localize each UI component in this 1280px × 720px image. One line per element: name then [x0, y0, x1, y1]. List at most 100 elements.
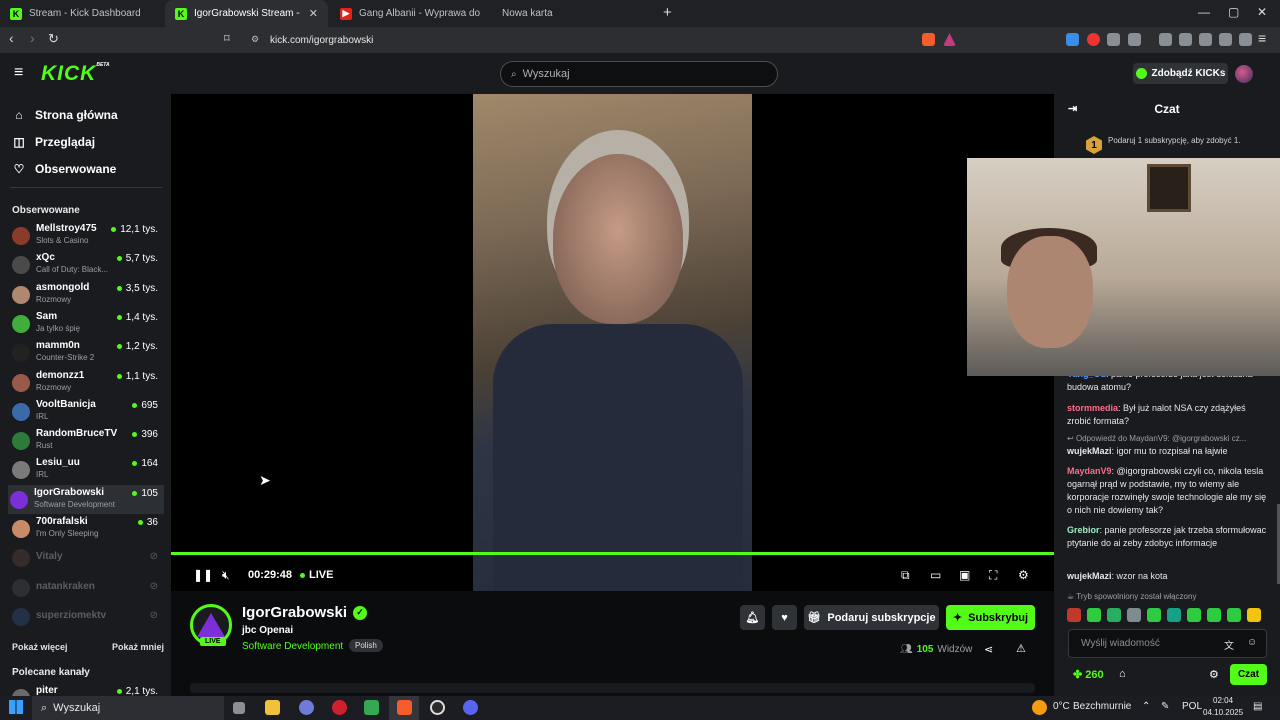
- chat-settings-icon[interactable]: ⚙: [1209, 668, 1219, 681]
- followed-channel[interactable]: IgorGrabowski Software Development 105: [8, 484, 164, 514]
- collapse-chat-icon[interactable]: ⇥: [1068, 102, 1077, 115]
- followed-channel[interactable]: mamm0n Counter-Strike 2 1,2 tys.: [10, 338, 164, 367]
- search-input[interactable]: ⌕ Wyszukaj: [500, 61, 778, 87]
- progress-bar[interactable]: [171, 552, 1054, 555]
- windows-start-icon[interactable]: [9, 700, 23, 714]
- wallet-icon[interactable]: [1199, 33, 1212, 46]
- close-tab-icon[interactable]: ✕: [309, 7, 318, 20]
- vpn-icon[interactable]: [1239, 33, 1252, 46]
- browser-tab-active[interactable]: K IgorGrabowski Stream - Watch L ✕: [165, 0, 328, 27]
- sidebar-toggle-icon[interactable]: [1179, 33, 1192, 46]
- settings-gear-icon[interactable]: ⚙: [1018, 568, 1029, 582]
- emote-icon[interactable]: [1147, 608, 1161, 622]
- hamburger-menu-icon[interactable]: ≡: [14, 64, 23, 82]
- followed-channel[interactable]: Sam Ja tylko śpię 1,4 tys.: [10, 309, 164, 338]
- nav-browse[interactable]: ◫ Przeglądaj: [12, 135, 95, 149]
- record-extension-icon[interactable]: [1087, 33, 1100, 46]
- maximize-icon[interactable]: ▢: [1228, 5, 1239, 19]
- site-settings-icon[interactable]: ⚙: [251, 34, 259, 45]
- followed-channel[interactable]: asmongold Rozmowy 3,5 tys.: [10, 280, 164, 309]
- browser-tab[interactable]: K Stream - Kick Dashboard: [0, 0, 165, 27]
- file-explorer-icon[interactable]: [265, 700, 280, 715]
- followed-channel[interactable]: xQc Call of Duty: Black... 5,7 tys.: [10, 250, 164, 279]
- offline-channel[interactable]: natankraken ⊘: [10, 573, 164, 602]
- browser-tab[interactable]: Nowa karta: [492, 0, 572, 27]
- reload-icon[interactable]: ↻: [48, 31, 59, 47]
- gift-subs-button[interactable]: 🎁︎ Podaruj subskrypcje: [804, 605, 939, 630]
- back-icon[interactable]: ‹: [9, 30, 14, 46]
- recommended-channel[interactable]: piter 2,1 tys.: [10, 683, 164, 696]
- followed-channel[interactable]: Mellstroy475 Slots & Casino 12,1 tys.: [10, 221, 164, 250]
- obs-icon[interactable]: [430, 700, 445, 715]
- translate-icon[interactable]: 文: [1224, 637, 1234, 652]
- tray-chevron-icon[interactable]: ⌃: [1142, 701, 1150, 712]
- pen-icon[interactable]: ✎: [1161, 701, 1169, 712]
- clock-time[interactable]: 02:04: [1213, 696, 1233, 705]
- translate-extension-icon[interactable]: [1066, 33, 1079, 46]
- subscribe-button[interactable]: ✦ Subskrybuj: [946, 605, 1035, 630]
- fullscreen-icon[interactable]: ⛶: [989, 568, 997, 583]
- emote-icon[interactable]: [1187, 608, 1201, 622]
- send-chat-button[interactable]: Czat: [1230, 664, 1267, 685]
- leo-ai-icon[interactable]: [1219, 33, 1232, 46]
- offline-channel[interactable]: superziomektv ⊘: [10, 602, 164, 631]
- url-field[interactable]: ⚙ kick.com/igorgrabowski: [243, 30, 965, 50]
- emote-icon[interactable]: [1127, 608, 1141, 622]
- followed-channel[interactable]: RandomBruceTV Rust 396: [10, 426, 164, 455]
- pause-icon[interactable]: ❚❚: [193, 568, 213, 582]
- bookmark-icon[interactable]: ⌑: [224, 32, 230, 45]
- report-icon[interactable]: ⚠: [1016, 642, 1026, 655]
- muted-icon[interactable]: 🔇︎: [222, 568, 230, 583]
- discord-icon[interactable]: [463, 700, 478, 715]
- emote-icon[interactable]: [1227, 608, 1241, 622]
- share-icon[interactable]: ⋖: [984, 643, 993, 656]
- new-tab-icon[interactable]: +: [663, 4, 672, 21]
- emoji-icon[interactable]: ☺: [1247, 637, 1257, 648]
- followed-channel[interactable]: demonzz1 Rozmowy 1,1 tys.: [10, 368, 164, 397]
- menu-icon[interactable]: ≡: [1258, 30, 1266, 46]
- notification-bell-button[interactable]: 🔔︎: [740, 605, 765, 630]
- kick-logo[interactable]: KICKBETA: [41, 62, 110, 86]
- emote-icon[interactable]: [1067, 608, 1081, 622]
- opera-icon[interactable]: [332, 700, 347, 715]
- close-window-icon[interactable]: ✕: [1257, 5, 1267, 19]
- channel-points[interactable]: ✤ 260: [1073, 668, 1104, 681]
- theater-mode-icon[interactable]: ▣: [959, 568, 970, 582]
- clock-date[interactable]: 04.10.2025: [1203, 708, 1243, 717]
- emote-icon[interactable]: [1167, 608, 1181, 622]
- media-icon[interactable]: [1159, 33, 1172, 46]
- gift-banner[interactable]: 1 Podaruj 1 subskrypcję, aby zdobyć 1.: [1086, 136, 1266, 154]
- taskbar-search[interactable]: ⌕ Wyszukaj: [32, 696, 224, 720]
- forward-icon[interactable]: ›: [30, 30, 35, 46]
- weather-temp[interactable]: 0°C: [1053, 701, 1070, 712]
- nav-home[interactable]: ⌂ Strona główna: [12, 108, 117, 122]
- offline-channel[interactable]: Vitaly ⊘: [10, 543, 164, 572]
- show-more-button[interactable]: Pokaż więcej: [12, 642, 68, 652]
- minimize-icon[interactable]: —: [1198, 5, 1210, 19]
- brave-icon[interactable]: [397, 700, 412, 715]
- user-avatar[interactable]: [1235, 65, 1253, 83]
- followed-channel[interactable]: 700rafalski I'm Only Sleeping 36: [10, 514, 164, 543]
- miniplayer-icon[interactable]: ⧉: [901, 568, 910, 583]
- language-indicator[interactable]: POL: [1182, 701, 1202, 712]
- browser-tab[interactable]: ▶ Gang Albanii - Wyprawa do kasyna -: [330, 0, 490, 27]
- task-view-icon[interactable]: [233, 702, 245, 714]
- emote-icon[interactable]: [1087, 608, 1101, 622]
- app-icon[interactable]: [299, 700, 314, 715]
- get-kicks-button[interactable]: Zdobądź KICKs: [1133, 63, 1228, 84]
- extensions-icon[interactable]: [1107, 33, 1120, 46]
- emote-icon[interactable]: [1247, 608, 1261, 622]
- follow-heart-button[interactable]: ♥: [772, 605, 797, 630]
- nav-following[interactable]: ♡ Obserwowane: [12, 162, 117, 176]
- clip-icon[interactable]: ▭: [930, 568, 941, 582]
- show-less-button[interactable]: Pokaż mniej: [112, 642, 164, 652]
- store-icon[interactable]: ⌂: [1119, 668, 1126, 680]
- language-tag[interactable]: Polish: [349, 639, 383, 652]
- video-player[interactable]: ❚❚ 🔇︎ 00:29:48 LIVE ⧉ ▭ ▣ ⛶ ⚙ ➤: [171, 94, 1054, 591]
- streamer-name[interactable]: IgorGrabowski ✓: [242, 604, 368, 621]
- weather-text[interactable]: Bezchmurnie: [1073, 701, 1131, 712]
- notifications-icon[interactable]: ▤: [1253, 701, 1262, 712]
- stream-category[interactable]: Software Development: [242, 641, 343, 652]
- emote-icon[interactable]: [1107, 608, 1121, 622]
- app-icon[interactable]: [364, 700, 379, 715]
